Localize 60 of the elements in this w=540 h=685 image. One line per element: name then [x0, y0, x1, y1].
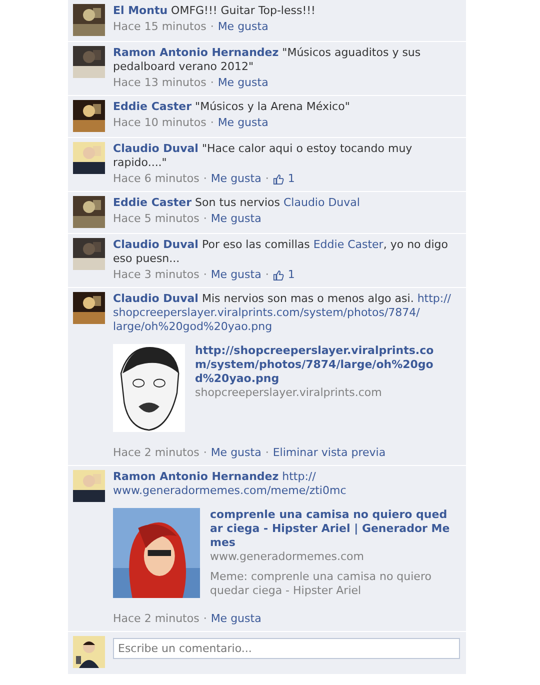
timestamp: Hace 2 minutos: [113, 446, 200, 460]
timestamp: Hace 15 minutos: [113, 20, 206, 34]
separator-dot: ·: [203, 172, 207, 186]
author-link[interactable]: Eddie Caster: [113, 100, 192, 113]
timestamp: Hace 10 minutos: [113, 116, 206, 130]
timestamp: Hace 6 minutos: [113, 172, 200, 186]
like-link[interactable]: Me gusta: [210, 268, 262, 282]
author-link[interactable]: Ramon Antonio Hernandez: [113, 46, 279, 59]
preview-title-link[interactable]: http://shopcreeperslayer.viralprints.com/system/photos/7874/large/oh%20god%20yao.png: [195, 344, 435, 386]
comment-text: Eddie Caster "Músicos y la Arena México": [113, 100, 351, 114]
comment-text: Claudio Duval "Hace calor aqui o estoy tocando muy rapido....": [113, 142, 414, 170]
author-link[interactable]: Claudio Duval: [113, 292, 198, 305]
preview-domain: www.generadormemes.com: [210, 550, 365, 564]
like-link[interactable]: Me gusta: [218, 76, 268, 90]
separator-dot: ·: [210, 20, 214, 34]
url-link[interactable]: http://: [417, 292, 452, 305]
like-link[interactable]: Me gusta: [210, 212, 262, 226]
preview-description: Meme: comprenle una camisa no quiero quedar ciega - Hipster Ariel: [210, 570, 432, 598]
separator-dot: ·: [203, 268, 207, 282]
preview-domain: shopcreeperslayer.viralprints.com: [195, 386, 383, 400]
author-link[interactable]: Ramon Antonio Hernandez: [113, 470, 279, 483]
separator-dot: ·: [210, 116, 214, 130]
url-link[interactable]: large/oh%20god%20yao.png: [113, 320, 272, 333]
like-link[interactable]: Me gusta: [218, 20, 268, 34]
author-link[interactable]: Eddie Caster: [113, 196, 192, 209]
timestamp: Hace 13 minutos: [113, 76, 206, 90]
like-count[interactable]: 1: [288, 172, 295, 186]
timestamp: Hace 5 minutos: [113, 212, 200, 226]
url-link[interactable]: www.generadormemes.com/meme/zti0mc: [113, 484, 346, 497]
timestamp: Hace 2 minutos: [113, 612, 200, 626]
comment-input[interactable]: Escribe un comentario...: [113, 638, 460, 659]
timestamp: Hace 3 minutos: [113, 268, 200, 282]
comment-text: Claudio Duval Por eso las comillas Eddie Caster, yo no digo eso puesn...: [113, 238, 450, 266]
comment-text: Claudio Duval Mis nervios son mas o menos algo asi. http:// shopcreeperslayer.viralprints.com/system/photos/7874/ large/oh%20god%20yao.png: [113, 292, 452, 334]
comment-text: Eddie Caster Son tus nervios Claudio Duval: [113, 196, 361, 210]
comment-text: Ramon Antonio Hernandez "Músicos aguaditos y sus pedalboard verano 2012": [113, 46, 422, 74]
separator-dot: ·: [265, 268, 269, 282]
separator-dot: ·: [203, 612, 207, 626]
comment-text: El Montu OMFG!!! Guitar Top-less!!!: [113, 4, 316, 18]
separator-dot: ·: [210, 76, 214, 90]
separator-dot: ·: [203, 446, 207, 460]
like-count[interactable]: 1: [288, 268, 295, 282]
thumbs-up-icon[interactable]: [272, 270, 284, 280]
author-link[interactable]: Claudio Duval: [113, 142, 198, 155]
author-link[interactable]: Claudio Duval: [113, 238, 198, 251]
author-link[interactable]: El Montu: [113, 4, 168, 17]
separator-dot: ·: [203, 212, 207, 226]
remove-preview-link[interactable]: Eliminar vista previa: [272, 446, 386, 460]
thumbs-up-icon[interactable]: [272, 174, 284, 184]
like-link[interactable]: Me gusta: [218, 116, 268, 130]
separator-dot: ·: [265, 172, 269, 186]
mention-link[interactable]: Claudio Duval: [284, 196, 360, 209]
url-link[interactable]: http://: [282, 470, 316, 483]
preview-title-link[interactable]: comprenle una camisa no quiero quedar ciega - Hipster Ariel | Generador Memes: [210, 508, 450, 550]
like-link[interactable]: Me gusta: [210, 612, 262, 626]
url-link[interactable]: shopcreeperslayer.viralprints.com/system/photos/7874/: [113, 306, 420, 319]
separator-dot: ·: [265, 446, 269, 460]
mention-link[interactable]: Eddie Caster: [313, 238, 384, 251]
like-link[interactable]: Me gusta: [210, 446, 262, 460]
like-link[interactable]: Me gusta: [210, 172, 262, 186]
